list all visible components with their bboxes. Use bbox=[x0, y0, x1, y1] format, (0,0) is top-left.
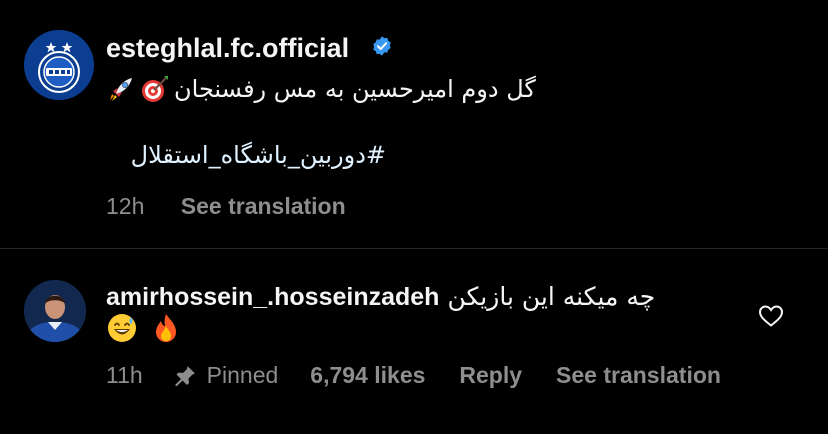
commenter-avatar[interactable] bbox=[24, 280, 86, 342]
comment-emojis bbox=[106, 312, 182, 344]
post-username[interactable]: esteghlal.fc.official bbox=[106, 33, 349, 64]
hashtag-link[interactable]: #دوربین_باشگاه_استقلال bbox=[106, 141, 386, 169]
pinned-indicator: Pinned bbox=[173, 362, 279, 389]
grinning-sweat-emoji-icon bbox=[106, 312, 138, 344]
divider bbox=[0, 248, 828, 249]
post-see-translation-button[interactable]: See translation bbox=[181, 193, 346, 220]
fire-emoji-icon bbox=[150, 312, 182, 344]
post-timestamp: 12h bbox=[106, 193, 145, 219]
instagram-comments-view: esteghlal.fc.official گل دوم امیرحسین به… bbox=[0, 0, 828, 434]
comment-body: amirhossein_.hosseinzadeh چه میکنه این با… bbox=[106, 282, 726, 312]
esteghlal-logo-avatar[interactable] bbox=[24, 30, 94, 100]
verified-badge-icon bbox=[373, 36, 391, 56]
caption-text: گل دوم امیرحسین به مس رفسنجان bbox=[174, 75, 536, 103]
like-heart-icon[interactable] bbox=[758, 304, 784, 328]
rocket-emoji-icon bbox=[106, 74, 136, 104]
post-caption: گل دوم امیرحسین به مس رفسنجان bbox=[106, 70, 576, 108]
comment-timestamp: 11h bbox=[106, 362, 143, 388]
comment-username[interactable]: amirhossein_.hosseinzadeh bbox=[106, 283, 439, 311]
likes-count-button[interactable]: 6,794 likes bbox=[310, 362, 425, 389]
direct-hit-emoji-icon bbox=[140, 74, 170, 104]
comment-see-translation-button[interactable]: See translation bbox=[556, 362, 721, 389]
comment-text: چه میکنه این بازیکن bbox=[447, 282, 656, 311]
pinned-label: Pinned bbox=[206, 362, 279, 388]
post-meta-row: 12h See translation bbox=[106, 193, 346, 220]
pin-icon bbox=[175, 365, 195, 386]
comment-meta-row: 11h Pinned 6,794 likes Reply See transla… bbox=[106, 362, 721, 389]
reply-button[interactable]: Reply bbox=[459, 362, 522, 389]
